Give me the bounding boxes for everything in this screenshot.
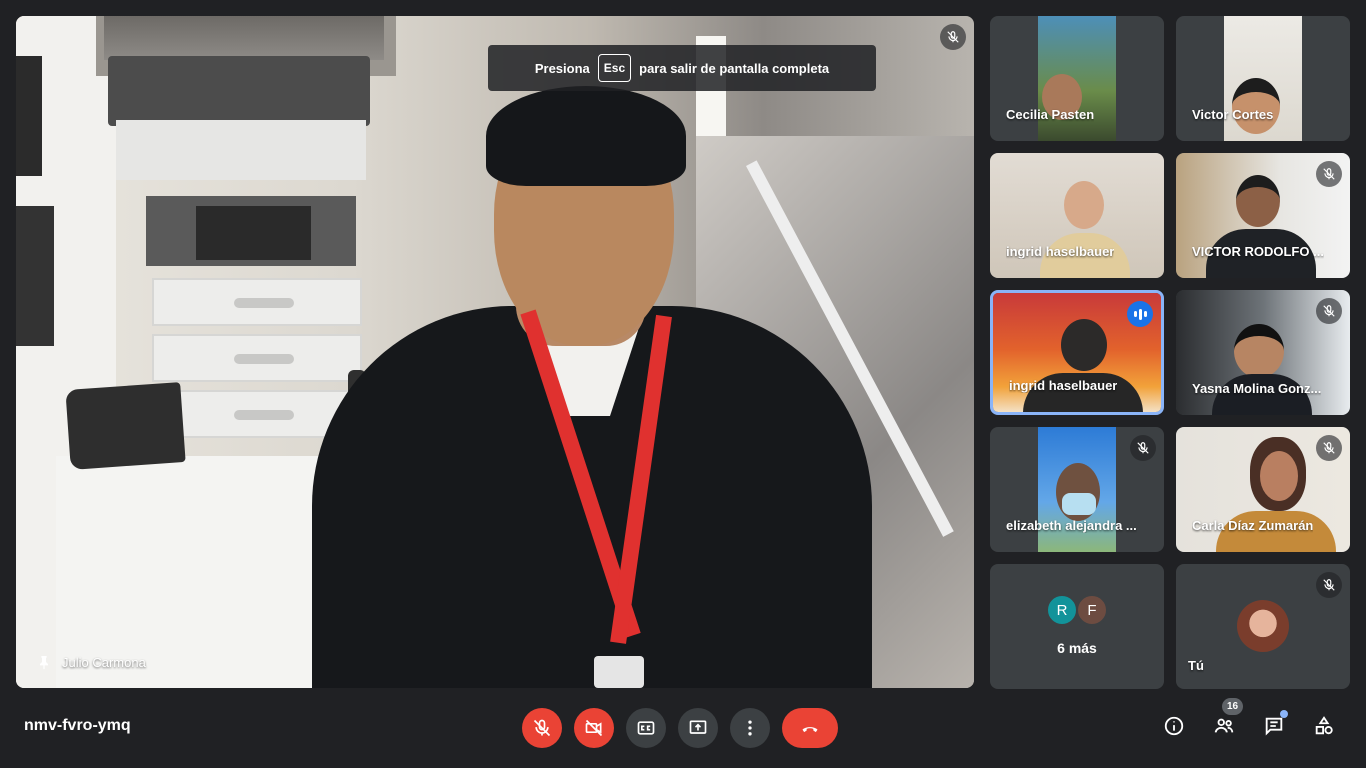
people-count-badge: 16 [1222, 698, 1244, 715]
toggle-mic-button[interactable] [522, 708, 562, 748]
more-count-label: 6 más [1057, 640, 1097, 656]
shapes-icon [1315, 716, 1333, 735]
more-participants-tile[interactable]: R F 6 más [990, 564, 1164, 689]
participant-tile[interactable]: VICTOR RODOLFO ... [1176, 153, 1350, 278]
avatar: R [1046, 594, 1078, 626]
desk-phone [65, 382, 186, 470]
participant-tile-active-speaker[interactable]: ingrid haselbauer [990, 290, 1164, 415]
self-tile[interactable]: Tú [1176, 564, 1350, 689]
chat-button[interactable] [1262, 710, 1288, 738]
activities-button[interactable] [1312, 714, 1336, 738]
avatar [1237, 600, 1289, 652]
esc-key: Esc [597, 54, 632, 82]
participant-tile[interactable]: Cecilia Pasten [990, 16, 1164, 141]
printer [108, 56, 370, 126]
mic-off-icon [1316, 572, 1342, 598]
speaking-indicator-icon [1127, 301, 1153, 327]
more-options-button[interactable] [730, 708, 770, 748]
toggle-camera-button[interactable] [574, 708, 614, 748]
participant-tile[interactable]: elizabeth alejandra ... [990, 427, 1164, 552]
mic-off-icon [940, 24, 966, 50]
present-screen-button[interactable] [678, 708, 718, 748]
hang-up-icon [802, 727, 818, 733]
unread-dot [1280, 710, 1288, 718]
chat-icon [1265, 717, 1283, 736]
participant-tile[interactable]: Victor Cortes [1176, 16, 1350, 141]
participant-tile[interactable]: Yasna Molina Gonz... [1176, 290, 1350, 415]
pin-icon [40, 656, 48, 670]
camera-off-icon [585, 719, 603, 737]
info-icon [1164, 716, 1184, 736]
meeting-code: nmv-fvro-ymq [24, 717, 131, 734]
more-vert-icon [748, 720, 752, 736]
fullscreen-hint: Presiona Esc para salir de pantalla comp… [488, 45, 876, 91]
captions-icon [637, 721, 655, 735]
meeting-details-button[interactable] [1162, 714, 1186, 738]
mic-off-icon [1316, 161, 1342, 187]
mic-off-icon [1316, 298, 1342, 324]
mic-off-icon [533, 719, 551, 737]
mic-off-icon [1130, 435, 1156, 461]
mic-off-icon [1316, 435, 1342, 461]
captions-button[interactable] [626, 708, 666, 748]
present-icon [689, 720, 707, 734]
participant-tile[interactable]: ingrid haselbauer [990, 153, 1164, 278]
main-video-tile[interactable]: Julio Carmona [16, 16, 974, 688]
people-button[interactable]: 16 [1212, 698, 1244, 738]
call-controls [522, 708, 838, 748]
end-call-button[interactable] [782, 708, 838, 748]
side-panel-toggles: 16 [1162, 698, 1336, 738]
avatar: F [1076, 594, 1108, 626]
people-icon [1214, 718, 1234, 733]
main-speaker-name: Julio Carmona [36, 654, 146, 670]
id-badge [594, 656, 644, 688]
participant-tile[interactable]: Carla Díaz Zumarán [1176, 427, 1350, 552]
